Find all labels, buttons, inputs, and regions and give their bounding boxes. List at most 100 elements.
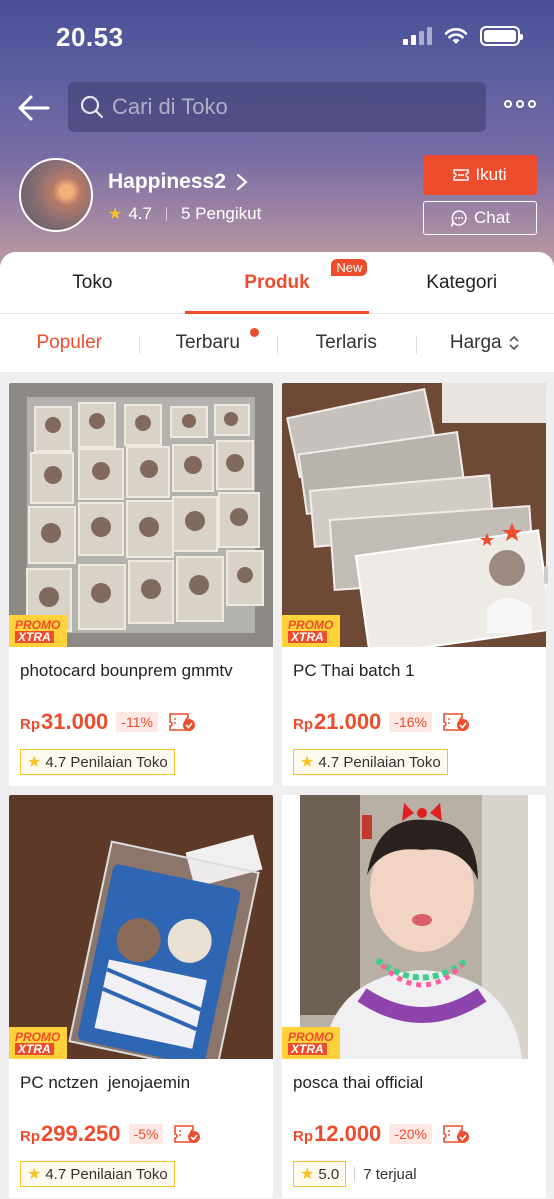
new-badge: New [331,259,368,276]
search-input[interactable] [112,94,472,120]
shop-name-link[interactable]: Happiness2 [108,170,248,194]
discount-badge: -20% [389,1124,432,1144]
product-image: PROMO XTRA [282,383,546,647]
wifi-icon [444,28,468,44]
discount-badge: -11% [116,712,158,732]
chat-button[interactable]: Chat [423,201,537,235]
promo-xtra-badge: PROMO XTRA [282,1027,340,1059]
sort-populer[interactable]: Populer [0,332,139,354]
sort-label: Terbaru [175,332,240,353]
sort-arrows-icon [509,335,519,351]
currency: Rp [293,1128,313,1145]
rating-value: 5.0 [318,1165,340,1183]
rating-label: 4.7 Penilaian Toko [45,1165,168,1183]
search-icon [80,95,104,119]
promo-line2: XTRA [15,631,54,643]
price-row: Rp31.000 -11% [9,695,273,735]
product-title: photocard bounprem gmmtv [20,661,233,680]
shop-avatar[interactable] [19,158,93,232]
sort-terbaru[interactable]: Terbaru [138,328,278,354]
sort-bar: Populer Terbaru Terlaris Harga [0,314,554,372]
promo-line2: XTRA [15,1043,54,1055]
shop-followers: 5 Pengikut [180,204,262,223]
rating-badge: ★ 5.0 [293,1161,347,1187]
shop-rating-badge: ★ 4.7 Penilaian Toko [20,1161,175,1187]
promo-line2: XTRA [288,1043,327,1055]
product-title: PC nctzen jenojaemin [20,1073,191,1092]
shop-tabs: Toko Produk New Kategori [0,252,554,314]
discount-badge: -16% [389,712,432,732]
price-value: 31.000 [41,709,109,734]
price-row: Rp299.250 -5% [9,1107,273,1147]
shop-meta: ★ 4.7 5 Pengikut [108,204,261,224]
sort-terlaris[interactable]: Terlaris [277,332,416,354]
product-title: posca thai official [293,1073,424,1092]
product-card[interactable]: PROMO XTRA PC Thai batch 1 Rp21.000 -16%… [282,383,546,786]
tab-produk[interactable]: Produk New [184,252,370,314]
signal-icon [403,27,432,45]
tab-label: Toko [72,271,113,293]
sold-count: 7 terjual [363,1165,417,1183]
battery-icon [480,26,523,46]
star-icon: ★ [300,1166,315,1183]
notification-dot [250,328,259,337]
price-value: 21.000 [314,709,382,734]
shop-name: Happiness2 [108,170,226,193]
scrollbar[interactable] [544,566,548,584]
ticket-icon [453,169,470,181]
shop-header: 20.53 Happiness2 ★ 4.7 5 Peng [0,0,554,290]
price-row: Rp21.000 -16% [282,695,546,735]
price-value: 12.000 [314,1121,382,1146]
sort-label: Harga [449,332,502,353]
sort-label: Terlaris [315,332,377,353]
price-value: 299.250 [41,1121,121,1146]
product-image: PROMO XTRA [9,795,273,1059]
rating-label: 4.7 Penilaian Toko [45,753,168,771]
divider [354,1167,356,1181]
sort-label: Populer [36,332,103,353]
more-options-icon[interactable] [504,100,536,108]
shop-content: Toko Produk New Kategori Populer Terbaru… [0,252,554,1199]
product-card[interactable]: PROMO XTRA posca thai official Rp12.000 … [282,795,546,1198]
promo-xtra-badge: PROMO XTRA [9,1027,67,1059]
shipping-voucher-icon [169,713,195,731]
shipping-voucher-icon [443,1125,469,1143]
sort-harga[interactable]: Harga [415,332,554,354]
status-time: 20.53 [56,22,124,52]
chat-label: Chat [474,208,510,227]
product-price: Rp299.250 [20,1121,121,1147]
promo-xtra-badge: PROMO XTRA [282,615,340,647]
status-icons [403,26,523,46]
discount-badge: -5% [128,1124,164,1144]
rating-label: 4.7 Penilaian Toko [318,753,441,771]
tab-toko[interactable]: Toko [0,252,185,313]
shop-rating-badge: ★ 4.7 Penilaian Toko [20,749,175,775]
tab-label: Kategori [426,271,498,293]
chevron-right-icon [236,173,248,191]
shipping-voucher-icon [443,713,469,731]
star-icon: ★ [108,206,123,223]
product-card[interactable]: PROMO XTRA PC nctzen jenojaemin Rp299.25… [9,795,273,1198]
product-image: PROMO XTRA [282,795,546,1059]
product-card[interactable]: PROMO XTRA photocard bounprem gmmtv Rp31… [9,383,273,786]
product-title: PC Thai batch 1 [293,661,415,680]
tab-label: Produk [244,271,310,293]
shipping-voucher-icon [174,1125,201,1143]
currency: Rp [20,1128,40,1145]
star-icon: ★ [27,1166,42,1183]
search-bar[interactable] [68,82,486,132]
tab-kategori[interactable]: Kategori [369,252,554,313]
follow-button[interactable]: Ikuti [423,155,537,195]
divider [165,207,167,221]
product-grid: PROMO XTRA photocard bounprem gmmtv Rp31… [0,372,554,1198]
currency: Rp [20,716,40,733]
chat-bubble-icon [450,210,467,227]
star-icon: ★ [300,754,315,771]
back-arrow-icon[interactable] [16,90,52,126]
product-rating-row: ★ 5.0 7 terjual [293,1161,535,1187]
shop-rating: 4.7 [128,204,152,223]
follow-label: Ikuti [475,165,507,184]
product-price: Rp31.000 [20,709,108,735]
product-price: Rp12.000 [293,1121,381,1147]
currency: Rp [293,716,313,733]
